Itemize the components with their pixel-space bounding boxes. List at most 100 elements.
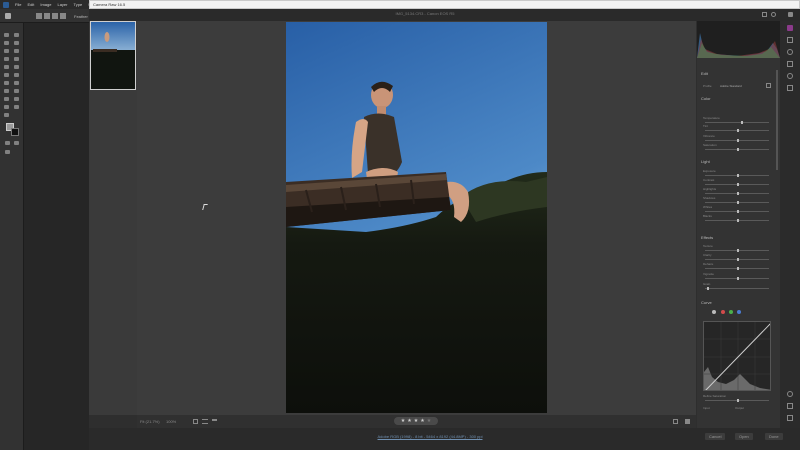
cancel-button[interactable]: Cancel [705,433,726,440]
menu-edit[interactable]: Edit [27,2,34,7]
type-tool-icon[interactable] [14,89,19,93]
menu-file[interactable]: File [15,2,21,7]
filmstrip-toggle-icon[interactable] [193,419,198,424]
settings-gear-icon[interactable] [788,12,793,17]
star-rating[interactable]: ★ ★ ★ ★ ★ [394,417,438,425]
shadows-slider[interactable] [705,201,769,204]
histogram-graph [697,33,780,58]
saturation-slider[interactable] [705,148,769,151]
star-2[interactable]: ★ [407,418,411,424]
exposure-slider[interactable] [705,174,769,177]
frame-tool-icon[interactable] [5,150,10,154]
crop-rotate-icon[interactable] [787,37,793,43]
quick-select-icon[interactable] [14,41,19,45]
panel-scrollbar[interactable] [776,70,778,170]
zoom-select[interactable]: 100% [166,419,176,424]
background-color-swatch[interactable] [11,128,19,136]
star-3[interactable]: ★ [414,418,418,424]
edit-tool-icon[interactable] [787,25,793,31]
file-name-label: IMG_5134.CR3 - Canon EOS R5 [395,11,455,16]
hand-tool-icon[interactable] [4,105,9,109]
profile-select[interactable]: Adobe Standard [720,84,742,88]
zoom-tool-icon[interactable] [14,105,19,109]
more-options-icon[interactable] [787,415,793,421]
workflow-options-link[interactable]: Adobe RGB (1998) - 8 bit - 5464 x 8192 (… [330,434,530,439]
history-brush-icon[interactable] [14,65,19,69]
section-color[interactable]: Color [701,96,777,102]
move-tool-icon[interactable] [4,33,9,37]
menu-image[interactable]: Image [40,2,51,7]
clarity-slider[interactable] [705,258,769,261]
home-icon[interactable] [5,13,11,19]
curve-green-channel-icon[interactable] [729,310,733,314]
tools-panel [0,23,24,450]
eraser-icon[interactable] [4,73,9,77]
add-selection-icon[interactable] [44,13,50,19]
pen-tool-icon[interactable] [4,89,9,93]
star-4[interactable]: ★ [420,418,424,424]
grain-slider[interactable] [705,287,769,290]
menu-type[interactable]: Type [74,2,83,7]
gradient-tool-icon[interactable] [14,73,19,77]
star-1[interactable]: ★ [401,418,405,424]
tint-slider[interactable] [705,129,769,132]
hand-tool-icon-right[interactable] [787,403,793,409]
vignette-slider[interactable] [705,277,769,280]
edit-toolbar-icon[interactable] [4,113,9,117]
temperature-slider[interactable] [705,121,769,124]
curve-blue-channel-icon[interactable] [737,310,741,314]
quick-mask-icon[interactable] [5,141,10,145]
photo-preview [286,22,547,413]
profile-browser-icon[interactable] [766,83,771,88]
tone-curve-graph[interactable] [703,321,771,391]
sort-icon[interactable] [202,419,208,424]
screen-mode-icon[interactable] [14,141,19,145]
blur-tool-icon[interactable] [4,81,9,85]
whites-slider[interactable] [705,210,769,213]
curve-point-icon[interactable] [712,310,716,314]
vibrance-slider[interactable] [705,139,769,142]
thumbnail-image [91,22,135,89]
contrast-slider[interactable] [705,183,769,186]
subtract-selection-icon[interactable] [52,13,58,19]
remove-tool-icon[interactable] [787,49,793,55]
brush-tool-icon[interactable] [14,57,19,61]
masking-icon[interactable] [787,61,793,67]
section-effects[interactable]: Effects [701,235,777,241]
clone-stamp-icon[interactable] [4,65,9,69]
path-select-icon[interactable] [4,97,9,101]
crop-tool-icon[interactable] [4,49,9,53]
lasso-tool-icon[interactable] [4,41,9,45]
marquee-option-icon[interactable] [36,13,42,19]
curve-red-channel-icon[interactable] [721,310,725,314]
menu-layer[interactable]: Layer [57,2,67,7]
slider-label-blacks: Blacks [703,214,712,218]
section-light[interactable]: Light [701,159,777,165]
refine-saturation-slider[interactable] [705,399,769,402]
before-after-icon[interactable] [673,419,678,424]
dehaze-slider[interactable] [705,267,769,270]
open-button[interactable]: Open [735,433,753,440]
zoom-tool-icon-right[interactable] [787,391,793,397]
intersect-selection-icon[interactable] [60,13,66,19]
done-button[interactable]: Done [765,433,783,440]
compare-view-icon[interactable] [685,419,690,424]
shape-tool-icon[interactable] [14,97,19,101]
blacks-slider[interactable] [705,219,769,222]
help-icon[interactable] [771,12,776,17]
dodge-tool-icon[interactable] [14,81,19,85]
artboard-tool-icon[interactable] [14,33,19,37]
filter-icon[interactable] [212,419,217,424]
star-5[interactable]: ★ [427,418,431,424]
texture-slider[interactable] [705,249,769,252]
fullscreen-icon[interactable] [762,12,767,17]
zoom-level[interactable]: Fit (21.7%) [140,419,160,424]
eyedropper-icon[interactable] [14,49,19,53]
section-curve[interactable]: Curve [701,300,777,306]
tone-curve [704,322,770,390]
filmstrip-thumbnail[interactable] [90,21,136,90]
healing-brush-icon[interactable] [4,57,9,61]
highlights-slider[interactable] [705,192,769,195]
red-eye-icon[interactable] [787,73,793,79]
presets-icon[interactable] [787,85,793,91]
